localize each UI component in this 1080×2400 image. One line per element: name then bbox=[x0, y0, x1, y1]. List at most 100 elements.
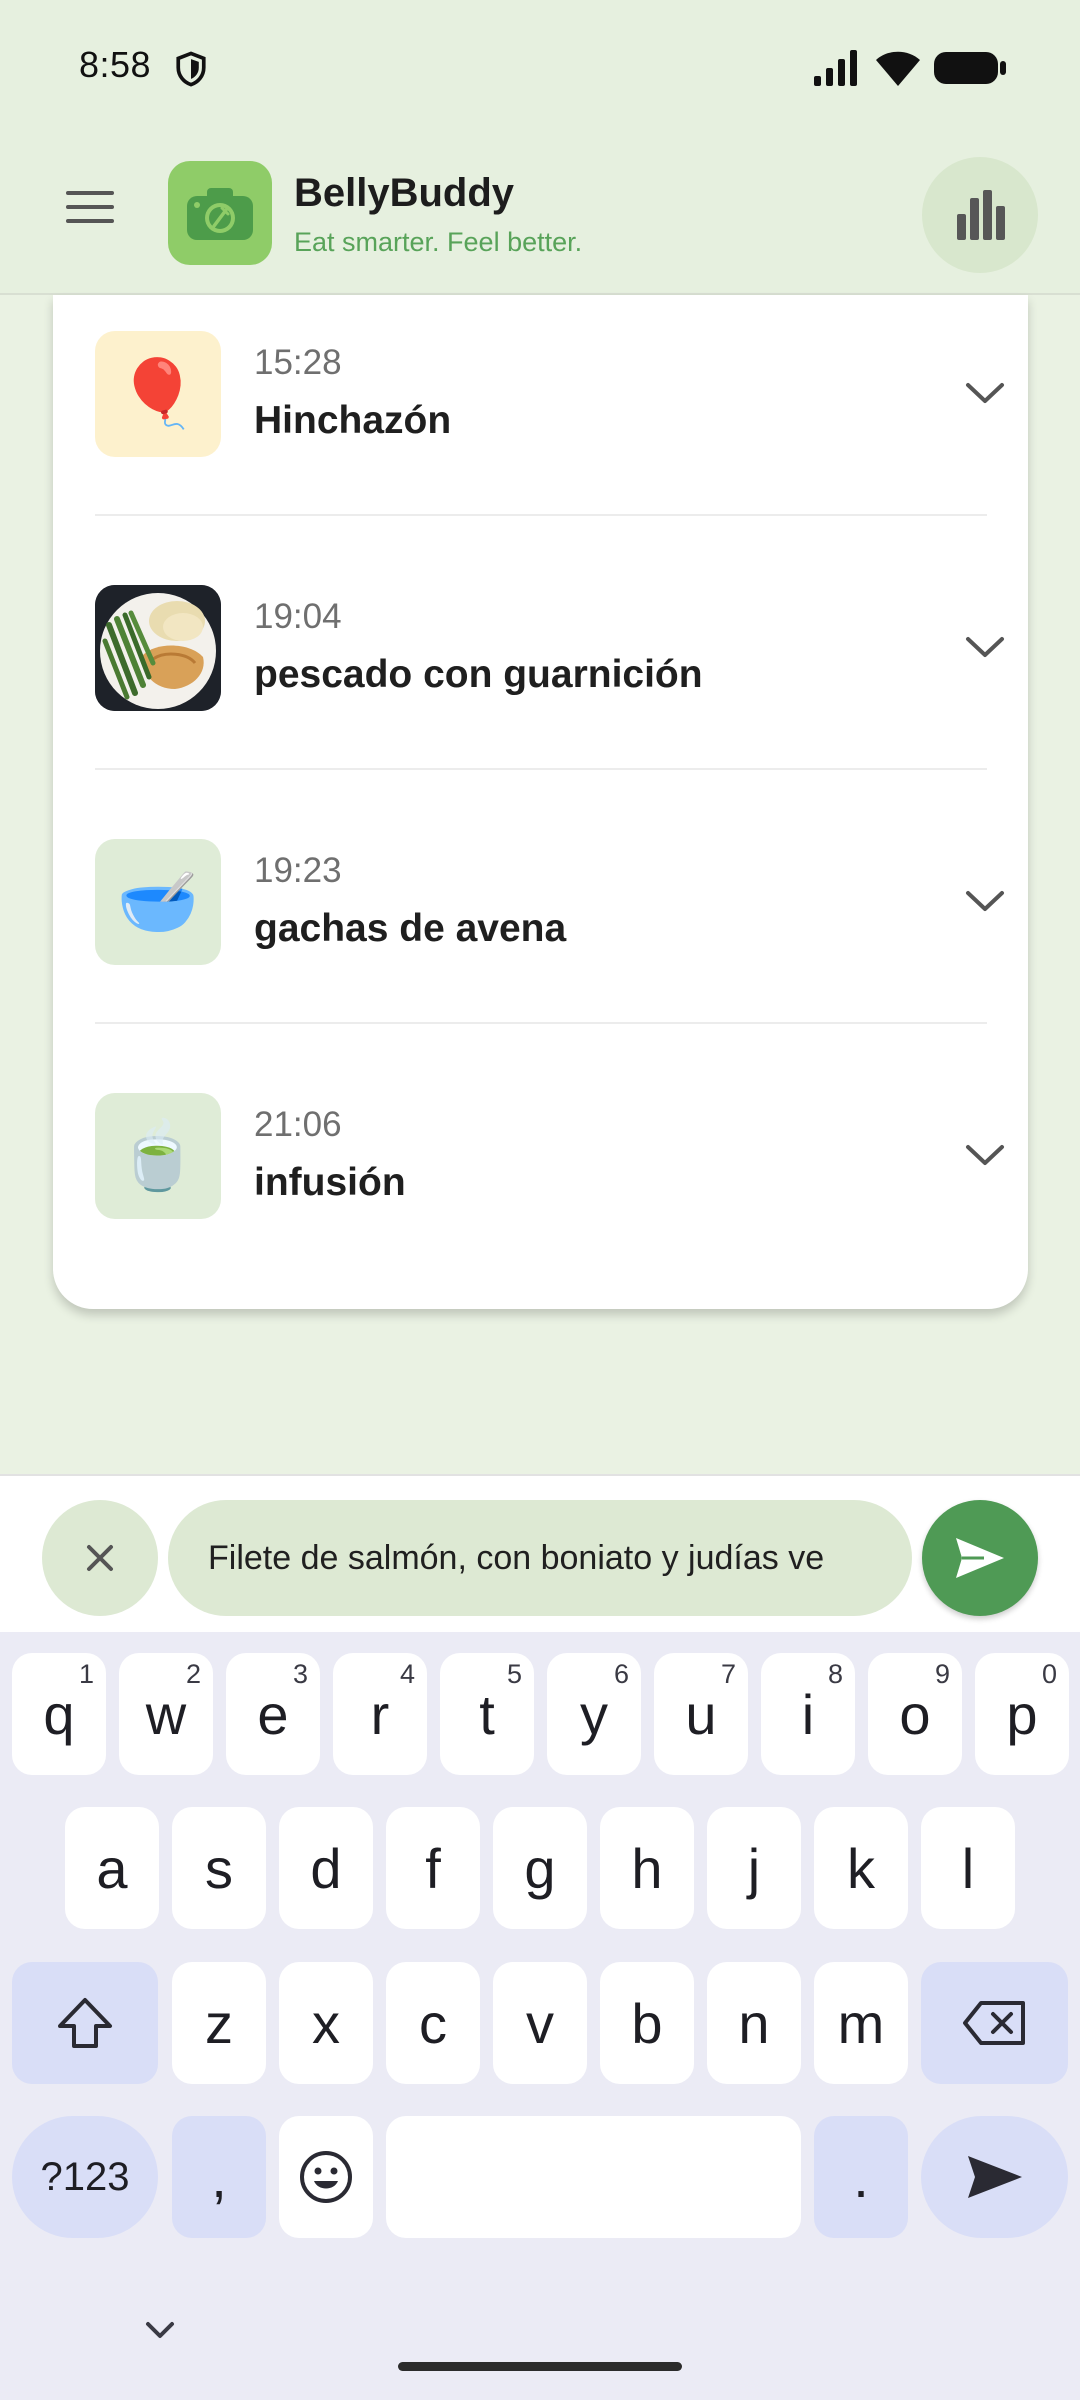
key-x[interactable]: x bbox=[279, 1962, 373, 2084]
key-label: w bbox=[145, 1682, 187, 1746]
app-bar: BellyBuddy Eat smarter. Feel better. bbox=[0, 135, 1080, 295]
period-key[interactable]: . bbox=[814, 2116, 908, 2238]
list-item[interactable]: 🍵 21:06 infusión bbox=[95, 1057, 1004, 1311]
entry-time: 21:06 bbox=[254, 1105, 342, 1144]
camera-fork-icon bbox=[168, 161, 272, 265]
shift-key[interactable] bbox=[12, 1962, 158, 2084]
key-hint: 4 bbox=[399, 1659, 415, 1689]
key-q[interactable]: q1 bbox=[12, 1653, 106, 1775]
key-label: r bbox=[370, 1682, 390, 1746]
key-l[interactable]: l bbox=[921, 1807, 1015, 1929]
comma-key[interactable]: , bbox=[172, 2116, 266, 2238]
app-title: BellyBuddy bbox=[294, 171, 515, 215]
key-a[interactable]: a bbox=[65, 1807, 159, 1929]
key-hint: 8 bbox=[827, 1659, 843, 1689]
backspace-icon bbox=[962, 2001, 1025, 2045]
key-hint: 0 bbox=[1041, 1659, 1057, 1689]
entry-time: 19:04 bbox=[254, 597, 342, 636]
divider bbox=[95, 514, 987, 516]
chevron-down-icon[interactable] bbox=[963, 1139, 1007, 1171]
backspace-key[interactable] bbox=[921, 1962, 1068, 2084]
key-j[interactable]: j bbox=[707, 1807, 801, 1929]
key-hint: 9 bbox=[934, 1659, 950, 1689]
key-label: u bbox=[685, 1682, 717, 1746]
key-hint: 1 bbox=[78, 1659, 94, 1689]
symbols-key[interactable]: ?123 bbox=[12, 2116, 158, 2238]
space-bar[interactable] bbox=[386, 2116, 801, 2238]
entry-title: gachas de avena bbox=[254, 907, 567, 950]
entry-time: 15:28 bbox=[254, 343, 342, 382]
key-hint: 5 bbox=[506, 1659, 522, 1689]
message-input-bar bbox=[0, 1474, 1080, 1632]
entries-card: 🎈 15:28 Hinchazón 19:04 pescado con guar… bbox=[53, 295, 1028, 1309]
key-m[interactable]: m bbox=[814, 1962, 908, 2084]
entry-text-input[interactable] bbox=[168, 1500, 912, 1616]
chevron-down-icon[interactable] bbox=[963, 885, 1007, 917]
send-icon[interactable] bbox=[922, 1500, 1038, 1616]
chevron-down-icon[interactable] bbox=[963, 631, 1007, 663]
shield-icon bbox=[176, 51, 206, 87]
key-hint: 3 bbox=[292, 1659, 308, 1689]
bar-chart-icon[interactable] bbox=[922, 157, 1038, 273]
key-p[interactable]: p0 bbox=[975, 1653, 1069, 1775]
emoji-key[interactable] bbox=[279, 2116, 373, 2238]
divider bbox=[95, 768, 987, 770]
bowl-icon: 🥣 bbox=[95, 839, 221, 965]
send-arrow-icon bbox=[967, 2156, 1022, 2198]
entry-title: pescado con guarnición bbox=[254, 653, 703, 696]
key-n[interactable]: n bbox=[707, 1962, 801, 2084]
key-label: i bbox=[801, 1682, 815, 1746]
key-t[interactable]: t5 bbox=[440, 1653, 534, 1775]
emoji-icon bbox=[300, 2151, 352, 2203]
key-hint: 7 bbox=[720, 1659, 736, 1689]
key-k[interactable]: k bbox=[814, 1807, 908, 1929]
key-i[interactable]: i8 bbox=[761, 1653, 855, 1775]
chevron-down-icon[interactable] bbox=[140, 2316, 180, 2344]
close-icon[interactable] bbox=[42, 1500, 158, 1616]
battery-icon bbox=[934, 52, 1006, 84]
home-indicator[interactable] bbox=[398, 2362, 682, 2371]
list-item[interactable]: 19:04 pescado con guarnición bbox=[95, 549, 1004, 803]
key-f[interactable]: f bbox=[386, 1807, 480, 1929]
app-subtitle: Eat smarter. Feel better. bbox=[294, 227, 583, 257]
key-h[interactable]: h bbox=[600, 1807, 694, 1929]
entry-title: Hinchazón bbox=[254, 399, 452, 442]
key-label: y bbox=[580, 1682, 608, 1746]
chevron-down-icon[interactable] bbox=[963, 377, 1007, 409]
list-item[interactable]: 🎈 15:28 Hinchazón bbox=[95, 295, 1004, 549]
status-time: 8:58 bbox=[79, 44, 152, 85]
entry-title: infusión bbox=[254, 1161, 406, 1204]
key-label: q bbox=[43, 1682, 75, 1746]
key-s[interactable]: s bbox=[172, 1807, 266, 1929]
key-hint: 2 bbox=[185, 1659, 201, 1689]
key-z[interactable]: z bbox=[172, 1962, 266, 2084]
signal-icon bbox=[814, 50, 857, 86]
entry-time: 19:23 bbox=[254, 851, 342, 890]
key-u[interactable]: u7 bbox=[654, 1653, 748, 1775]
tea-cup-icon: 🍵 bbox=[95, 1093, 221, 1219]
key-g[interactable]: g bbox=[493, 1807, 587, 1929]
wifi-icon bbox=[876, 51, 920, 86]
key-d[interactable]: d bbox=[279, 1807, 373, 1929]
hamburger-menu-icon[interactable] bbox=[66, 191, 132, 241]
balloon-icon: 🎈 bbox=[95, 331, 221, 457]
key-w[interactable]: w2 bbox=[119, 1653, 213, 1775]
key-hint: 6 bbox=[613, 1659, 629, 1689]
key-label: t bbox=[479, 1682, 495, 1746]
status-bar: 8:58 bbox=[0, 0, 1080, 135]
shift-icon bbox=[58, 1998, 112, 2048]
key-y[interactable]: y6 bbox=[547, 1653, 641, 1775]
divider bbox=[95, 1022, 987, 1024]
list-item[interactable]: 🥣 19:23 gachas de avena bbox=[95, 803, 1004, 1057]
key-c[interactable]: c bbox=[386, 1962, 480, 2084]
key-o[interactable]: o9 bbox=[868, 1653, 962, 1775]
key-v[interactable]: v bbox=[493, 1962, 587, 2084]
key-label: p bbox=[1006, 1682, 1038, 1746]
key-r[interactable]: r4 bbox=[333, 1653, 427, 1775]
key-label: o bbox=[899, 1682, 931, 1746]
key-e[interactable]: e3 bbox=[226, 1653, 320, 1775]
key-label: e bbox=[257, 1682, 289, 1746]
key-b[interactable]: b bbox=[600, 1962, 694, 2084]
meal-photo bbox=[95, 585, 221, 711]
enter-key[interactable] bbox=[921, 2116, 1068, 2238]
